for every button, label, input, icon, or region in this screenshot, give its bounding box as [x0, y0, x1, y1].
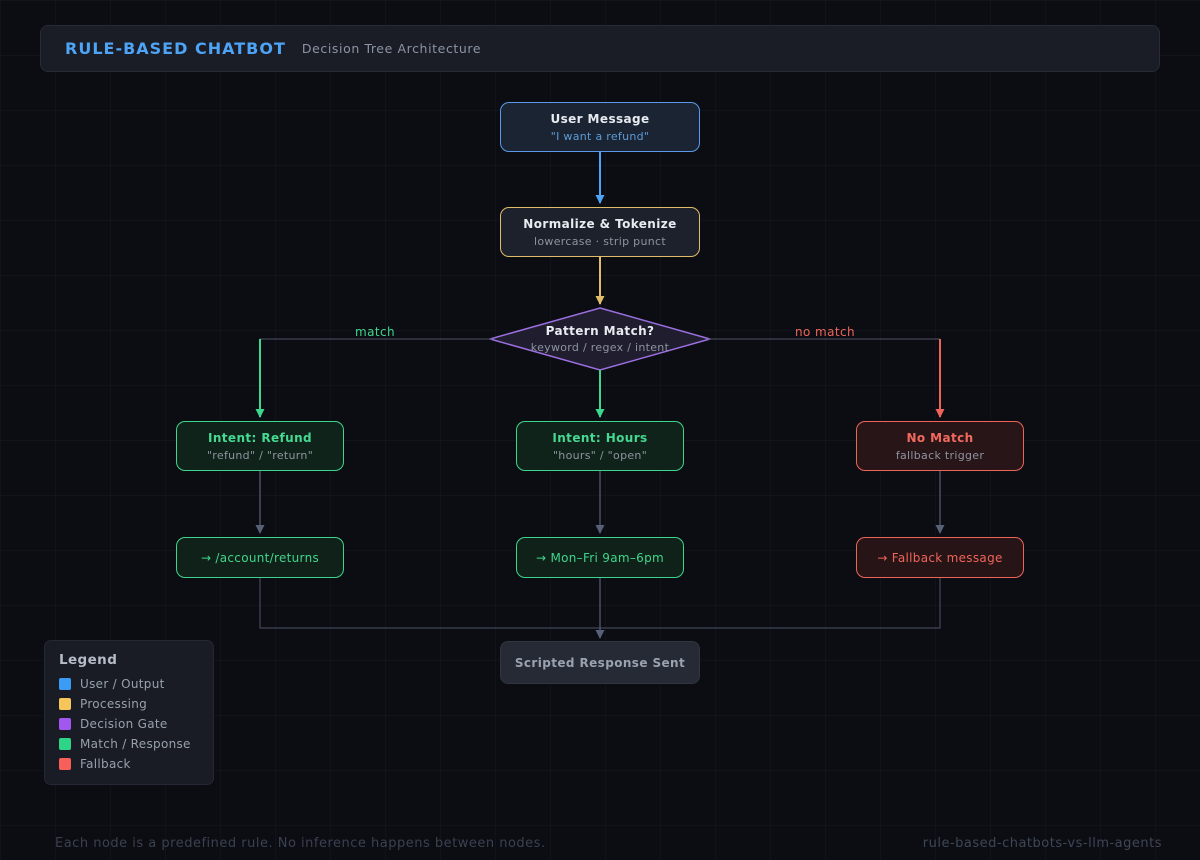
node-intent-hours-title: Intent: Hours — [552, 430, 648, 445]
legend-item-match-response: Match / Response — [59, 737, 199, 751]
node-intent-refund-subtitle: "refund" / "return" — [206, 448, 314, 462]
legend-swatch-green — [59, 738, 71, 750]
decision-diamond-shape — [487, 307, 713, 371]
node-intent-hours-subtitle: "hours" / "open" — [552, 448, 648, 462]
node-normalize-subtitle: lowercase · strip punct — [534, 234, 666, 248]
node-no-match-title: No Match — [906, 430, 974, 445]
legend-label: Decision Gate — [80, 717, 168, 731]
legend-item-user-output: User / Output — [59, 677, 199, 691]
legend-label: Match / Response — [80, 737, 191, 751]
legend-item-decision-gate: Decision Gate — [59, 717, 199, 731]
node-scripted-response: Scripted Response Sent — [500, 641, 700, 684]
legend-swatch-red — [59, 758, 71, 770]
node-intent-refund-title: Intent: Refund — [207, 430, 312, 445]
node-user-message-subtitle: "I want a refund" — [550, 129, 650, 143]
footer-slug: rule-based-chatbots-vs-llm-agents — [922, 836, 1162, 851]
legend-title: Legend — [59, 652, 118, 668]
node-user-message: User Message "I want a refund" — [500, 102, 700, 152]
legend-swatch-amber — [59, 698, 71, 710]
legend-panel: Legend User / Output Processing Decision… — [44, 640, 214, 785]
node-response-hours: → Mon–Fri 9am–6pm — [516, 537, 684, 578]
legend-label: User / Output — [80, 677, 165, 691]
node-response-fallback: → Fallback message — [856, 537, 1024, 578]
node-user-message-title: User Message — [550, 111, 650, 126]
legend-swatch-blue — [59, 678, 71, 690]
node-intent-hours: Intent: Hours "hours" / "open" — [516, 421, 684, 471]
footer-note: Each node is a predefined rule. No infer… — [55, 836, 546, 851]
node-normalize-title: Normalize & Tokenize — [523, 216, 677, 231]
node-intent-refund: Intent: Refund "refund" / "return" — [176, 421, 344, 471]
legend-label: Processing — [80, 697, 148, 711]
edge-label-match: match — [355, 325, 395, 339]
node-response-returns: → /account/returns — [176, 537, 344, 578]
node-normalize-tokenize: Normalize & Tokenize lowercase · strip p… — [500, 207, 700, 257]
node-no-match: No Match fallback trigger — [856, 421, 1024, 471]
legend-swatch-purple — [59, 718, 71, 730]
diagram-canvas: RULE-BASED CHATBOT Decision Tree Archite… — [0, 0, 1200, 860]
edge-label-no-match: no match — [795, 325, 855, 339]
legend-label: Fallback — [80, 757, 131, 771]
legend-item-processing: Processing — [59, 697, 199, 711]
legend-item-fallback: Fallback — [59, 757, 199, 771]
node-no-match-subtitle: fallback trigger — [895, 448, 985, 462]
